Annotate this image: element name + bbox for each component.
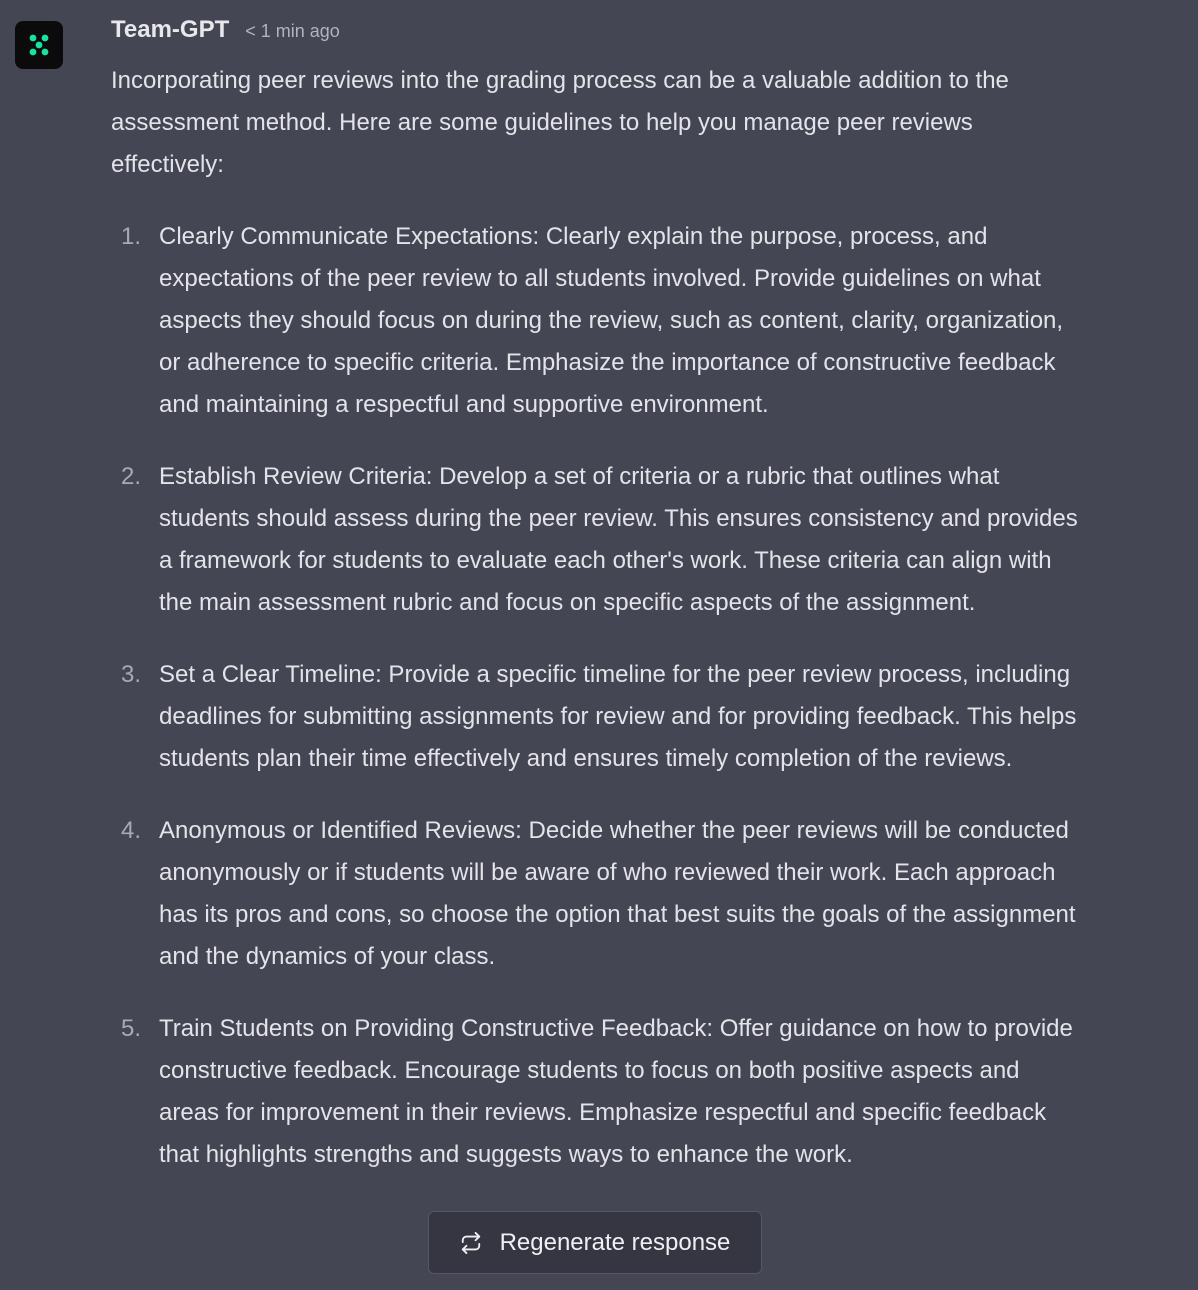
- list-item-text: Train Students on Providing Constructive…: [159, 1015, 1073, 1168]
- list-item-number: 1.: [121, 223, 142, 250]
- list-item: 4. Anonymous or Identified Reviews: Deci…: [111, 810, 1086, 978]
- list-item: 1. Clearly Communicate Expectations: Cle…: [111, 216, 1086, 426]
- list-item-text: Clearly Communicate Expectations: Clearl…: [159, 223, 1064, 418]
- list-item: 3. Set a Clear Timeline: Provide a speci…: [111, 654, 1086, 780]
- message-timestamp: < 1 min ago: [245, 21, 340, 41]
- team-gpt-avatar: [15, 21, 63, 69]
- message-header: Team-GPT < 1 min ago: [111, 16, 340, 50]
- list-item: 5. Train Students on Providing Construct…: [111, 1008, 1086, 1176]
- list-item-text: Set a Clear Timeline: Provide a specific…: [159, 661, 1077, 772]
- list-item-text: Anonymous or Identified Reviews: Decide …: [159, 817, 1076, 970]
- list-item-text: Establish Review Criteria: Develop a set…: [159, 463, 1078, 616]
- team-gpt-logo-icon: [29, 34, 49, 56]
- list-item-number: 5.: [121, 1015, 142, 1042]
- list-item-number: 2.: [121, 463, 142, 490]
- guidelines-list: 1. Clearly Communicate Expectations: Cle…: [111, 216, 1086, 1176]
- regenerate-response-label: Regenerate response: [499, 1228, 731, 1256]
- message-intro: Incorporating peer reviews into the grad…: [111, 67, 1009, 178]
- refresh-icon: [461, 1231, 480, 1254]
- list-item-number: 4.: [121, 817, 142, 844]
- regenerate-response-button[interactable]: Regenerate response: [428, 1211, 762, 1274]
- list-item-number: 3.: [121, 661, 142, 688]
- author-name: Team-GPT: [111, 16, 230, 43]
- list-item: 2. Establish Review Criteria: Develop a …: [111, 456, 1086, 624]
- message-body: Incorporating peer reviews into the grad…: [111, 60, 1086, 1206]
